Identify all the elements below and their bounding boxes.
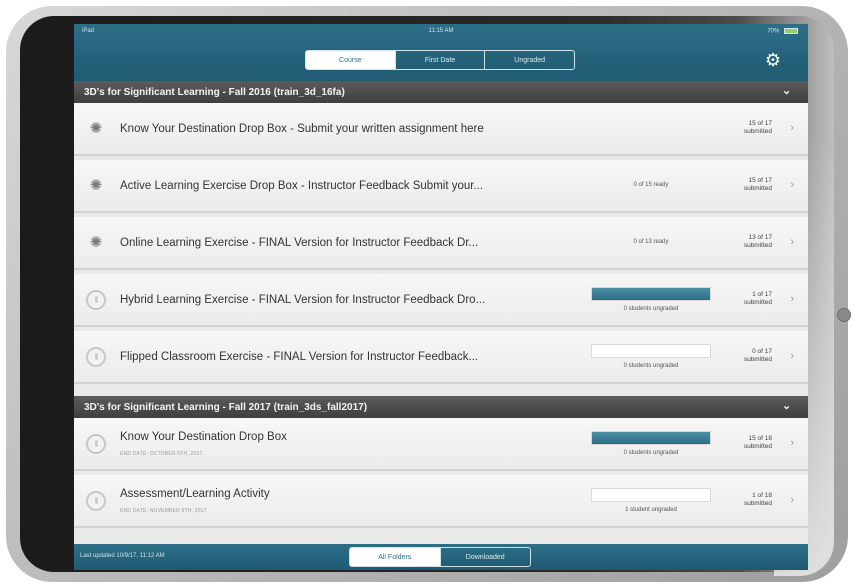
ungraded-progress-bar [591, 344, 711, 358]
chevron-right-icon: › [790, 293, 794, 305]
ready-status: 0 of 13 ready [633, 239, 669, 245]
count-label: submitted [743, 128, 772, 135]
item-title: Active Learning Exercise Drop Box - Inst… [120, 180, 484, 192]
ungraded-status: 1 student ungraded [625, 507, 677, 513]
chevron-right-icon: › [790, 122, 794, 134]
gear-icon[interactable]: ⚙ [764, 51, 782, 69]
ungraded-status: 0 students ungraded [623, 306, 679, 312]
status-bar: iPad 11:15 AM 70% [74, 24, 808, 38]
ungraded-progress-bar [591, 488, 711, 502]
ungraded-status: 0 students ungraded [623, 450, 679, 456]
ungraded-status: 0 students ungraded [623, 363, 679, 369]
submission-count: 15 of 17 submitted [724, 177, 772, 193]
top-bar: iPad 11:15 AM 70% Course First Date Ungr… [74, 24, 808, 81]
spinner-icon: ✺ [89, 177, 103, 194]
home-button[interactable] [837, 308, 851, 322]
chevron-right-icon: › [790, 494, 794, 506]
battery-icon [784, 28, 798, 34]
tab-first-date[interactable]: First Date [394, 51, 485, 69]
download-icon[interactable] [86, 290, 106, 310]
list-item[interactable]: Know Your Destination Drop Box END DATE:… [74, 418, 808, 471]
item-title: Online Learning Exercise - FINAL Version… [120, 237, 479, 249]
tab-all-folders[interactable]: All Folders [350, 548, 440, 566]
tab-ungraded[interactable]: Ungraded [484, 51, 574, 69]
item-end-date: END DATE: NOVEMBER 6TH, 2017 [120, 508, 207, 514]
download-icon[interactable] [86, 434, 106, 454]
item-end-date: END DATE: OCTOBER 6TH, 2017 [120, 451, 203, 457]
list-item[interactable]: Flipped Classroom Exercise - FINAL Versi… [74, 331, 808, 384]
item-title: Know Your Destination Drop Box [120, 431, 287, 443]
battery-percent: 70% [767, 28, 780, 35]
spinner-icon: ✺ [89, 120, 103, 137]
count-label: submitted [743, 443, 772, 450]
chevron-right-icon: › [790, 179, 794, 191]
tab-course[interactable]: Course [306, 51, 395, 69]
list-item[interactable]: Hybrid Learning Exercise - FINAL Version… [74, 274, 808, 327]
submission-count: 0 of 17 submitted [724, 348, 772, 364]
tab-downloaded[interactable]: Downloaded [439, 548, 531, 566]
download-icon[interactable] [86, 347, 106, 367]
count-label: submitted [743, 185, 772, 192]
submission-count: 1 of 18 submitted [724, 492, 772, 508]
item-title: Know Your Destination Drop Box - Submit … [120, 123, 484, 135]
spinner-icon: ✺ [89, 234, 103, 251]
chevron-down-icon: ⌄ [782, 85, 792, 97]
section-header-fall-2016[interactable]: 3D's for Significant Learning - Fall 201… [74, 81, 808, 103]
ungraded-progress-bar [591, 287, 711, 301]
submission-count: 1 of 17 submitted [724, 291, 772, 307]
list-item[interactable]: Assessment/Learning Activity END DATE: N… [74, 475, 808, 528]
clock-label: 11:15 AM [428, 28, 454, 34]
count-value: 1 of 17 [752, 291, 772, 298]
count-label: submitted [743, 356, 772, 363]
chevron-right-icon: › [790, 236, 794, 248]
submission-count: 15 of 18 submitted [724, 435, 772, 451]
chevron-right-icon: › [790, 437, 794, 449]
ready-status: 0 of 15 ready [633, 182, 669, 188]
chevron-down-icon: ⌄ [782, 400, 792, 412]
count-label: submitted [743, 500, 772, 507]
list-item[interactable]: ✺ Online Learning Exercise - FINAL Versi… [74, 217, 808, 270]
section-header-fall-2017[interactable]: 3D's for Significant Learning - Fall 201… [74, 396, 808, 418]
download-icon[interactable] [86, 491, 106, 511]
count-value: 15 of 17 [748, 177, 773, 184]
section-title: 3D's for Significant Learning - Fall 201… [84, 401, 368, 413]
bottom-bar: Last updated 10/9/17, 11:12 AM All Folde… [74, 544, 808, 570]
count-value: 1 of 18 [752, 492, 772, 499]
item-title: Assessment/Learning Activity [120, 488, 270, 500]
submission-count: 15 of 17 submitted [724, 120, 772, 136]
count-label: submitted [743, 242, 772, 249]
count-label: submitted [743, 299, 772, 306]
submission-count: 13 of 17 submitted [724, 234, 772, 250]
battery-indicator: 70% [767, 28, 798, 35]
progress-fill [592, 288, 710, 300]
count-value: 15 of 18 [748, 435, 773, 442]
item-title: Hybrid Learning Exercise - FINAL Version… [120, 294, 486, 306]
list-item[interactable]: ✺ Active Learning Exercise Drop Box - In… [74, 160, 808, 213]
count-value: 15 of 17 [748, 120, 773, 127]
app-screen: iPad 11:15 AM 70% Course First Date Ungr… [74, 24, 808, 570]
last-updated-label: Last updated 10/9/17, 11:12 AM [80, 553, 165, 559]
count-value: 0 of 17 [752, 348, 772, 355]
sort-segmented-control: Course First Date Ungraded [305, 50, 575, 70]
section-title: 3D's for Significant Learning - Fall 201… [84, 86, 345, 98]
item-title: Flipped Classroom Exercise - FINAL Versi… [120, 351, 479, 363]
ungraded-progress-bar [591, 431, 711, 445]
count-value: 13 of 17 [748, 234, 773, 241]
folder-filter-segmented-control: All Folders Downloaded [349, 547, 531, 567]
list-item[interactable]: ✺ Know Your Destination Drop Box - Submi… [74, 103, 808, 156]
progress-fill [592, 432, 710, 444]
chevron-right-icon: › [790, 350, 794, 362]
